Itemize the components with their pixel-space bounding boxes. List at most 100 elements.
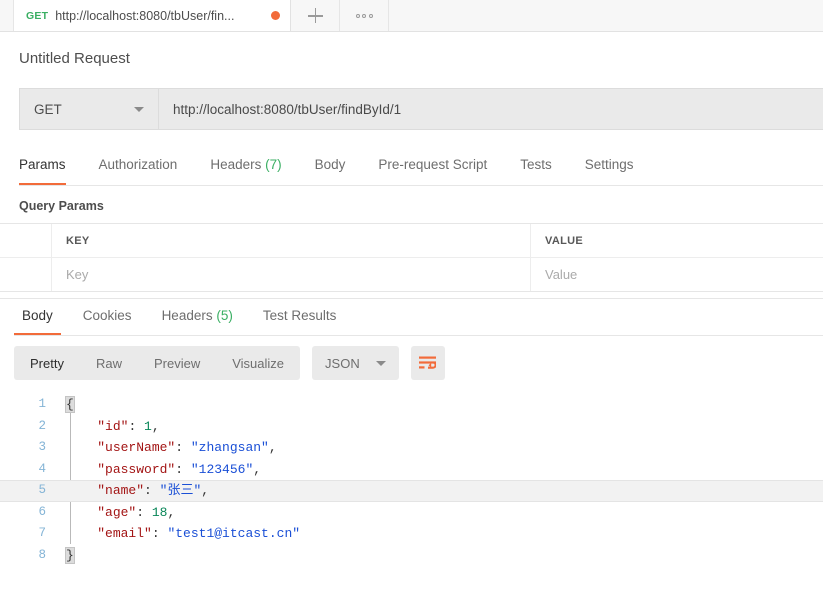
- tab-strip-filler: [389, 0, 823, 31]
- view-mode-visualize-label: Visualize: [232, 355, 285, 371]
- code-line-content: "password": "123456",: [58, 459, 823, 481]
- column-header-key: KEY: [52, 224, 531, 257]
- code-line: 6 "age": 18,: [0, 502, 823, 524]
- token-pun: [66, 419, 97, 434]
- token-k: "password": [97, 461, 176, 477]
- code-line: 8}: [0, 545, 823, 567]
- view-mode-preview-label: Preview: [153, 355, 201, 371]
- unsaved-changes-dot-icon: [271, 11, 280, 20]
- view-mode-raw-label: Raw: [95, 355, 122, 371]
- view-mode-pretty[interactable]: Pretty: [14, 346, 80, 380]
- request-tab-body-label: Body: [314, 157, 346, 172]
- token-pun: ,: [253, 461, 262, 477]
- line-number: 6: [38, 504, 46, 519]
- response-format-select[interactable]: JSON: [312, 346, 399, 380]
- code-line: 7 "email": "test1@itcast.cn": [0, 523, 823, 545]
- token-k: "userName": [97, 440, 176, 455]
- code-line: 5 "name": "张三",: [0, 480, 823, 502]
- tab-method-label: GET: [26, 9, 49, 22]
- response-tabs: Body Cookies Headers (5) Test Results: [14, 299, 823, 336]
- token-pun: ,: [201, 483, 210, 498]
- response-tab-body[interactable]: Body: [14, 299, 61, 335]
- code-line: 4 "password": "123456",: [0, 459, 823, 481]
- http-method-select[interactable]: GET: [20, 89, 159, 129]
- request-tab-authorization-label: Authorization: [98, 157, 178, 172]
- response-tab-headers-label: Headers: [161, 308, 213, 323]
- line-number: 5: [38, 483, 46, 497]
- dots-horizontal-icon: [355, 13, 373, 18]
- response-body-viewer[interactable]: 1{2 "id": 1, 3 "userName": "zhangsan", 4 "…: [0, 390, 823, 566]
- view-mode-visualize[interactable]: Visualize: [216, 346, 300, 380]
- param-value-input[interactable]: Value: [545, 267, 577, 282]
- token-str: "zhangsan": [190, 440, 269, 455]
- response-tab-cookies[interactable]: Cookies: [75, 299, 140, 335]
- response-view-toolbar: Pretty Raw Preview Visualize JSON: [0, 336, 823, 390]
- code-line-content: "id": 1,: [58, 416, 823, 438]
- token-pun: :: [175, 440, 191, 455]
- request-tab-pre-request-script-label: Pre-request Script: [378, 157, 488, 172]
- line-number: 4: [38, 461, 46, 476]
- http-method-label: GET: [34, 101, 62, 117]
- chevron-down-icon: [375, 360, 386, 366]
- plus-icon: [307, 8, 323, 23]
- request-tab-pre-request-script[interactable]: Pre-request Script: [378, 147, 507, 185]
- token-pun: ,: [151, 418, 160, 434]
- view-mode-raw[interactable]: Raw: [80, 346, 138, 380]
- tab-strip-left-edge: [0, 0, 14, 31]
- request-tab-settings[interactable]: Settings: [585, 147, 654, 185]
- token-str: "test1@itcast.cn": [167, 526, 301, 541]
- token-brace: {: [65, 396, 75, 413]
- request-tabs: Params Authorization Headers (7) Body Pr…: [19, 147, 823, 186]
- table-header-row: KEY VALUE: [0, 224, 823, 258]
- response-tab-cookies-label: Cookies: [82, 308, 132, 323]
- line-number: 2: [38, 418, 46, 433]
- response-view-mode-group: Pretty Raw Preview Visualize: [14, 346, 301, 380]
- request-tab-params[interactable]: Params: [19, 147, 86, 185]
- column-header-value-label: VALUE: [545, 234, 583, 247]
- view-mode-pretty-label: Pretty: [30, 355, 64, 371]
- word-wrap-icon: [419, 356, 437, 369]
- response-tab-test-results-label: Test Results: [262, 308, 337, 323]
- token-pun: :: [175, 461, 191, 477]
- token-pun: :: [144, 483, 160, 498]
- param-value-cell[interactable]: Value: [531, 258, 823, 291]
- token-pun: :: [136, 504, 152, 520]
- line-number: 8: [38, 547, 46, 562]
- request-tab-authorization[interactable]: Authorization: [99, 147, 198, 185]
- code-line-content: "userName": "zhangsan",: [58, 437, 823, 459]
- response-format-label: JSON: [325, 355, 360, 371]
- request-tab[interactable]: GET http://localhost:8080/tbUser/fin...: [14, 0, 291, 31]
- view-mode-preview[interactable]: Preview: [138, 346, 216, 380]
- word-wrap-button[interactable]: [410, 346, 445, 380]
- token-str: "123456": [190, 461, 254, 477]
- column-header-value: VALUE: [531, 224, 823, 257]
- token-k: "id": [97, 418, 129, 434]
- row-checkbox-cell[interactable]: [0, 258, 52, 291]
- code-line: 2 "id": 1,: [0, 416, 823, 438]
- tab-url-label: http://localhost:8080/tbUser/fin...: [55, 8, 235, 23]
- url-input[interactable]: http://localhost:8080/tbUser/findById/1: [159, 89, 823, 129]
- tab-options-button[interactable]: [340, 0, 389, 31]
- token-pun: [66, 462, 97, 477]
- token-str: "张三": [159, 483, 202, 498]
- tab-strip: GET http://localhost:8080/tbUser/fin...: [0, 0, 823, 32]
- response-tab-headers[interactable]: Headers (5): [154, 299, 241, 335]
- request-tab-body[interactable]: Body: [315, 147, 366, 185]
- request-tab-params-label: Params: [19, 157, 66, 172]
- url-bar: GET http://localhost:8080/tbUser/findByI…: [19, 88, 823, 130]
- column-header-key-label: KEY: [66, 234, 90, 247]
- param-key-input[interactable]: Key: [66, 267, 88, 282]
- request-tab-headers[interactable]: Headers (7): [210, 147, 301, 185]
- code-line-content: {: [58, 394, 823, 416]
- line-number: 1: [38, 397, 46, 411]
- code-line: 3 "userName": "zhangsan",: [0, 437, 823, 459]
- request-tab-tests[interactable]: Tests: [520, 147, 572, 185]
- response-tab-test-results[interactable]: Test Results: [255, 299, 345, 335]
- new-tab-button[interactable]: [291, 0, 340, 31]
- request-tab-headers-label: Headers: [210, 157, 262, 172]
- query-params-section-label: Query Params: [19, 199, 104, 213]
- param-key-cell[interactable]: Key: [52, 258, 531, 291]
- table-row: Key Value: [0, 258, 823, 291]
- request-title: Untitled Request: [19, 50, 130, 67]
- request-tab-tests-label: Tests: [520, 157, 552, 172]
